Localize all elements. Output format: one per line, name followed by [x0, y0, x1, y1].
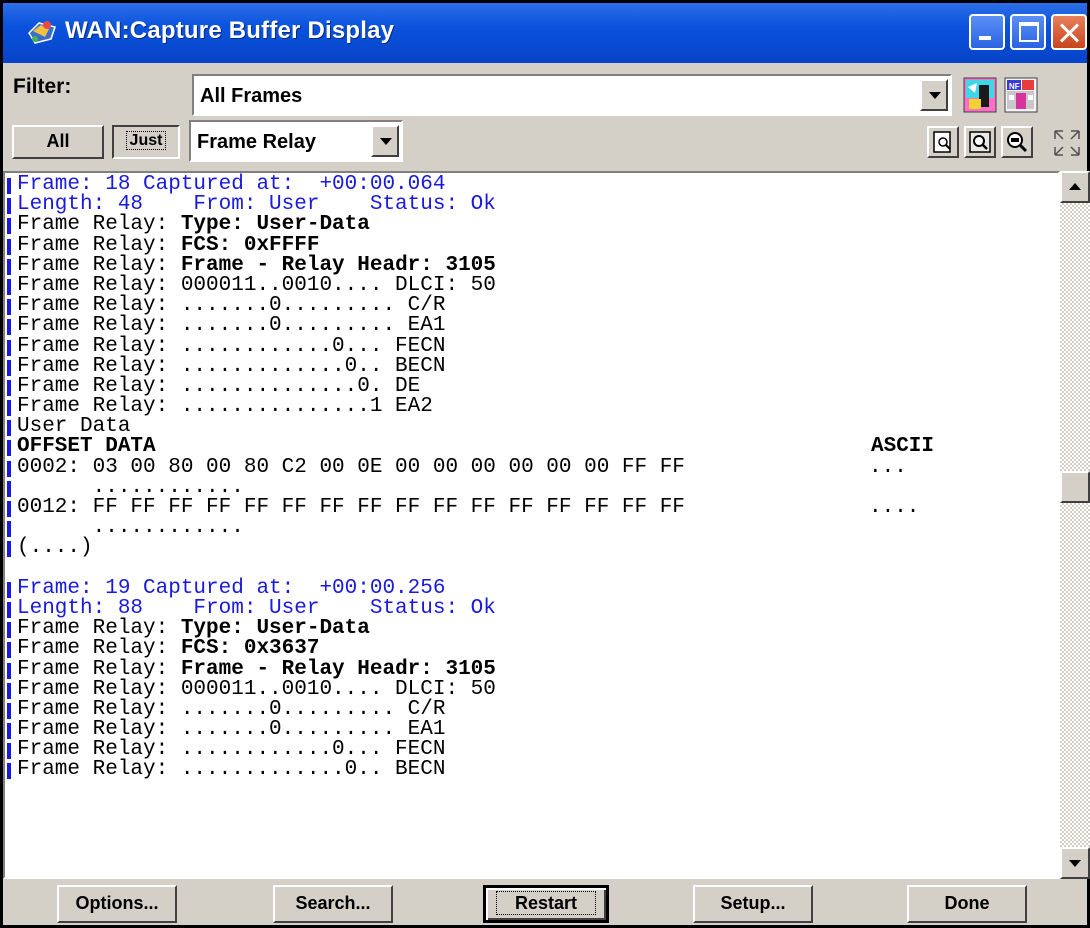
just-button[interactable]: Just	[112, 125, 180, 159]
scroll-down-button[interactable]	[1060, 847, 1090, 879]
capture-line: Frame Relay: .......0......... EA1	[5, 315, 685, 336]
capture-line	[5, 559, 685, 579]
capture-line: 0002: 03 00 80 00 80 C2 00 0E 00 00 00 0…	[5, 457, 907, 478]
capture-line: Frame Relay: .............0.. BECN	[5, 759, 685, 780]
capture-line: Frame Relay: 000011..0010.... DLCI: 50	[5, 275, 685, 296]
filter-label: Filter:	[13, 75, 72, 98]
capture-line: User Data	[5, 416, 685, 437]
protocol-value: Frame Relay	[197, 131, 316, 153]
capture-buffer-window: WAN:Capture Buffer Display Filter: All F…	[0, 0, 1090, 928]
capture-line: Frame Relay: Type: User-Data	[5, 214, 685, 235]
zoom-in-icon	[969, 131, 991, 153]
capture-line: Frame Relay: Frame - Relay Headr: 3105	[5, 255, 685, 276]
filter-dropdown[interactable]: All Frames	[192, 74, 952, 116]
capture-line: Frame Relay: ............0... FECN	[5, 336, 685, 357]
capture-line: Length: 88 From: User Status: Ok	[5, 598, 685, 619]
wan-app-icon	[28, 21, 56, 44]
capture-line: Length: 48 From: User Status: Ok	[5, 194, 685, 215]
capture-line: Frame Relay: FCS: 0x3637	[5, 638, 685, 659]
capture-line: (....)	[5, 537, 685, 558]
capture-line: Frame Relay: ............0... FECN	[5, 739, 685, 760]
capture-line: ............	[5, 477, 685, 498]
options-button[interactable]: Options...	[57, 885, 177, 923]
capture-lines: Frame: 18 Captured at: +00:00.064 Length:…	[5, 174, 934, 781]
setup-button[interactable]: Setup...	[693, 885, 813, 923]
capture-line: Frame Relay: .......0......... EA1	[5, 719, 685, 740]
svg-text:NF: NF	[1009, 82, 1020, 91]
capture-line: Frame: 19 Captured at: +00:00.256	[5, 578, 685, 599]
done-button[interactable]: Done	[907, 885, 1027, 923]
all-button[interactable]: All	[12, 125, 104, 159]
restart-button[interactable]: Restart	[483, 885, 609, 923]
capture-line: OFFSET DATA ASCII	[5, 436, 934, 458]
capture-line: ............	[5, 517, 685, 538]
title-bar[interactable]: WAN:Capture Buffer Display	[3, 3, 1087, 63]
zoom-out-button[interactable]	[1001, 126, 1033, 158]
capture-display[interactable]: Frame: 18 Captured at: +00:00.064 Length:…	[3, 171, 1060, 879]
expand-icon[interactable]	[1051, 127, 1083, 159]
capture-line: Frame Relay: ...............1 EA2	[5, 396, 685, 417]
capture-line: Frame Relay: Frame - Relay Headr: 3105	[5, 659, 685, 680]
capture-line: Frame Relay: 000011..0010.... DLCI: 50	[5, 679, 685, 700]
maximize-button[interactable]	[1010, 14, 1046, 50]
chevron-down-icon[interactable]	[920, 79, 948, 111]
capture-line: Frame Relay: ..............0. DE	[5, 376, 685, 397]
filter-pattern-icon[interactable]: NF	[1004, 77, 1038, 113]
filter-value: All Frames	[200, 85, 303, 107]
capture-line: Frame Relay: .............0.. BECN	[5, 356, 685, 377]
capture-line: Frame Relay: Type: User-Data	[5, 618, 685, 639]
window-title: WAN:Capture Buffer Display	[65, 17, 395, 44]
capture-line: Frame Relay: .......0......... C/R	[5, 295, 685, 316]
capture-line: 0012: FF FF FF FF FF FF FF FF FF FF FF F…	[5, 497, 919, 518]
scroll-thumb[interactable]	[1060, 471, 1090, 503]
close-button[interactable]	[1051, 14, 1087, 50]
zoom-page-button[interactable]	[927, 126, 959, 158]
vertical-scrollbar[interactable]	[1060, 171, 1090, 879]
zoom-in-button[interactable]	[964, 126, 996, 158]
capture-line: Frame Relay: .......0......... C/R	[5, 699, 685, 720]
minimize-button[interactable]	[969, 14, 1005, 50]
restart-button-label: Restart	[495, 891, 597, 915]
zoom-page-icon	[933, 131, 951, 153]
just-button-label: Just	[125, 131, 167, 150]
capture-line: Frame: 18 Captured at: +00:00.064	[5, 174, 685, 195]
zoom-out-icon	[1007, 132, 1028, 153]
filter-tool-icon[interactable]	[963, 77, 997, 113]
capture-line: Frame Relay: FCS: 0xFFFF	[5, 235, 685, 256]
protocol-dropdown[interactable]: Frame Relay	[189, 120, 403, 162]
search-button[interactable]: Search...	[273, 885, 393, 923]
chevron-down-icon[interactable]	[371, 125, 399, 157]
scroll-up-button[interactable]	[1060, 171, 1090, 203]
